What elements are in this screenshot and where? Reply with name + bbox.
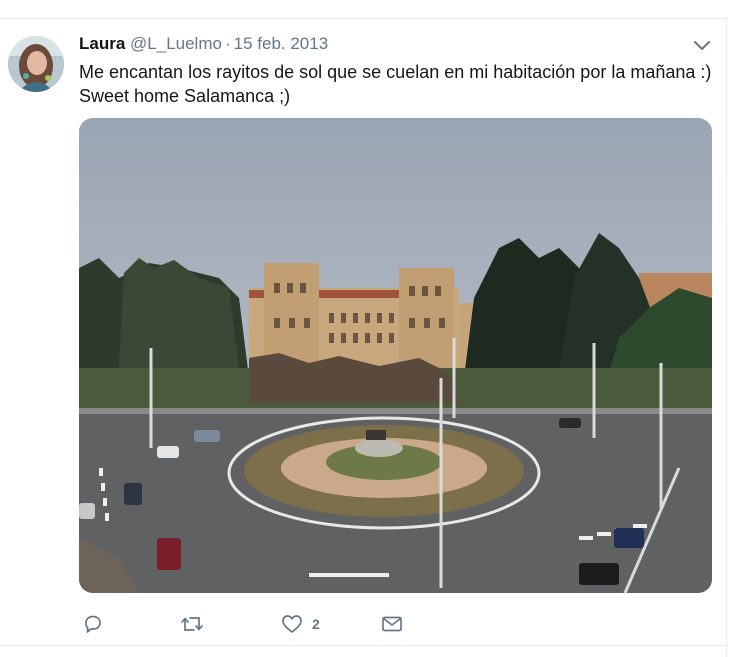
reply-icon [85,615,101,633]
tweet-menu-button[interactable] [690,36,714,56]
retweet-button[interactable] [180,610,204,638]
bottom-divider [0,645,727,646]
like-button[interactable]: 2 [281,610,320,638]
tweet-header: Laura @L_Luelmo · 15 feb. 2013 [79,34,328,54]
author-handle[interactable]: @L_Luelmo [130,34,222,53]
like-count: 2 [312,616,320,632]
tweet-text: Me encantan los rayitos de sol que se cu… [79,60,719,108]
tweet-date[interactable]: 15 feb. 2013 [234,34,329,53]
author-avatar[interactable] [8,36,64,92]
heart-icon [282,615,302,633]
header-separator: · [224,34,231,53]
tweet-text-line: Sweet home Salamanca ;) [79,86,291,106]
top-divider [0,18,727,19]
roundabout-plaza-photo [79,118,712,593]
right-divider [726,18,727,657]
retweet-icon [181,617,203,631]
chevron-down-icon [694,41,710,50]
author-name[interactable]: Laura [79,34,125,53]
tweet-photo[interactable] [79,118,712,593]
tweet-actions: 2 [79,610,719,638]
reply-button[interactable] [83,610,103,638]
tweet-text-line: Me encantan los rayitos de sol que se cu… [79,62,712,82]
direct-message-button[interactable] [381,610,403,638]
envelope-icon [382,616,402,632]
